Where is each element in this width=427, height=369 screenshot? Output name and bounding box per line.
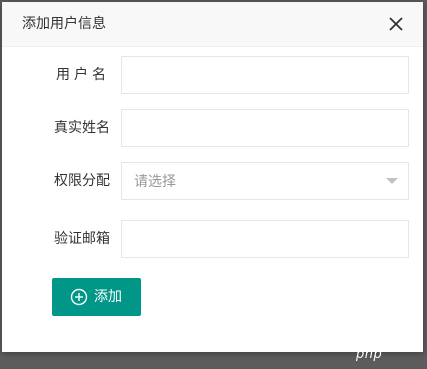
- realname-input[interactable]: [121, 109, 409, 147]
- permission-select[interactable]: 请选择: [121, 162, 409, 200]
- add-button-label: 添加: [94, 289, 122, 305]
- username-row: 用户名: [2, 56, 423, 94]
- username-input[interactable]: [121, 56, 409, 94]
- php-watermark: php: [356, 347, 383, 362]
- permission-label: 权限分配: [54, 173, 110, 189]
- email-label: 验证邮箱: [54, 231, 110, 247]
- realname-row: 真实姓名: [2, 109, 423, 147]
- permission-placeholder: 请选择: [134, 174, 176, 190]
- add-button[interactable]: 添加: [52, 278, 141, 316]
- email-input[interactable]: [121, 220, 409, 258]
- dialog-title: 添加用户信息: [22, 16, 106, 32]
- close-icon[interactable]: [386, 14, 406, 34]
- permission-row: 权限分配 请选择: [2, 162, 423, 200]
- dialog-header: 添加用户信息: [2, 2, 423, 47]
- username-label: 用户名: [56, 67, 110, 83]
- realname-label: 真实姓名: [54, 120, 110, 136]
- email-row: 验证邮箱: [2, 220, 423, 258]
- plus-circle-icon: [70, 288, 88, 306]
- caret-down-icon: [386, 178, 398, 184]
- add-user-dialog: 添加用户信息 用户名 真实姓名 权限分配 请选择 验证邮箱 添加: [2, 2, 423, 352]
